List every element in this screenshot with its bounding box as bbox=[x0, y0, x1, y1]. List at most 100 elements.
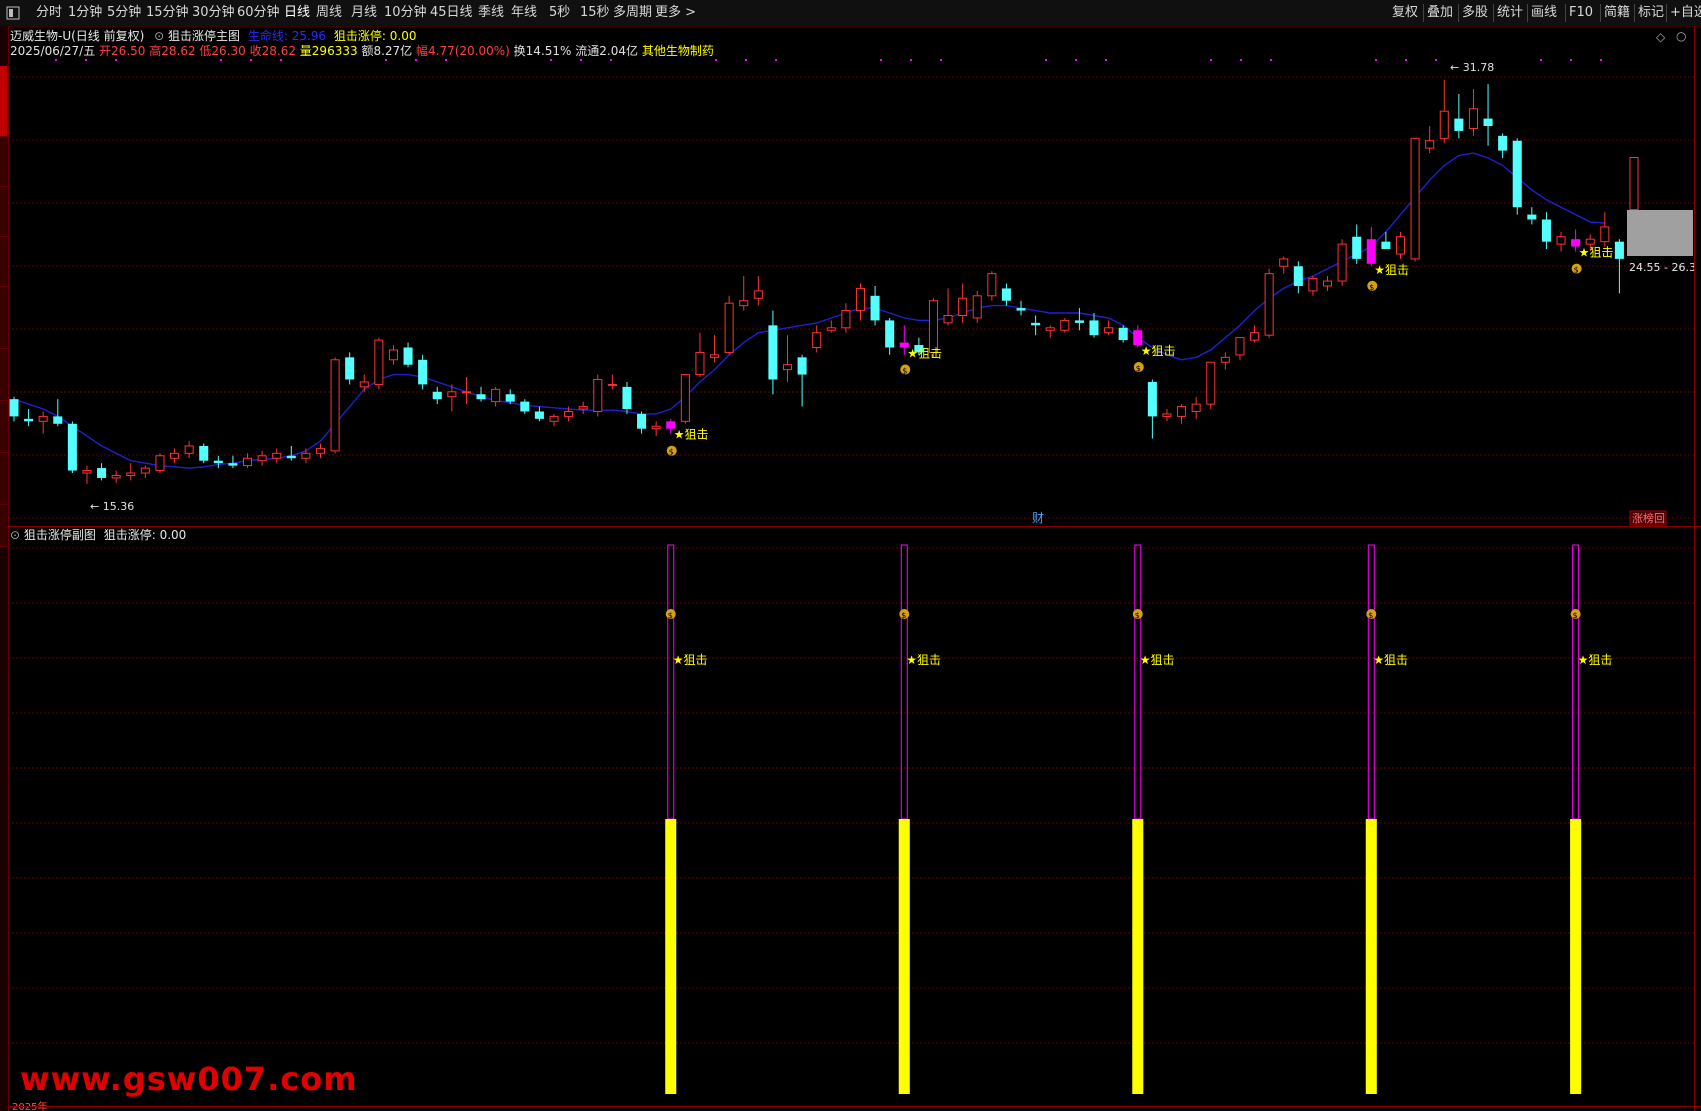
signal-column-outline bbox=[1367, 544, 1375, 820]
candle-body-down bbox=[1147, 381, 1157, 417]
candle-body-up bbox=[330, 359, 340, 452]
candle-body-up bbox=[972, 295, 982, 319]
candle-body-up bbox=[1264, 273, 1274, 336]
ma-polyline bbox=[13, 152, 1605, 469]
candle-body-up bbox=[841, 310, 851, 329]
candle-body-up bbox=[315, 447, 326, 454]
candle-body-up bbox=[812, 332, 822, 348]
candle-body-down bbox=[286, 455, 296, 459]
money-bag-glyph: $ bbox=[668, 611, 673, 620]
tick-dot bbox=[1540, 59, 1542, 61]
signal-column-bar bbox=[1132, 819, 1144, 1094]
candle-body-up bbox=[1177, 406, 1187, 417]
candle-body-down bbox=[1089, 320, 1099, 336]
tick-dot bbox=[280, 59, 282, 61]
tick-dot bbox=[1240, 59, 1242, 61]
candle-body-up bbox=[710, 354, 720, 358]
candle-body-up bbox=[651, 425, 661, 430]
candle-body-up bbox=[1060, 319, 1070, 331]
candle-body-up bbox=[1585, 238, 1595, 245]
candle-body-down bbox=[1541, 219, 1551, 242]
money-bag-glyph: $ bbox=[1368, 611, 1373, 620]
candle-body-down bbox=[797, 357, 807, 375]
candle-body-up bbox=[1279, 258, 1289, 267]
candle-body-down bbox=[505, 394, 515, 402]
candle-body-up bbox=[491, 388, 501, 403]
signal-label: ★狙击 bbox=[907, 346, 942, 360]
candle-body-down bbox=[637, 413, 647, 429]
candle-body-down bbox=[345, 357, 355, 380]
candle-body-down bbox=[1031, 322, 1041, 326]
candle-body-up bbox=[359, 381, 369, 388]
tick-dot bbox=[775, 59, 777, 61]
candle-body-up bbox=[1220, 356, 1230, 363]
high-price-label: ← 31.78 bbox=[1450, 61, 1494, 74]
tick-dot bbox=[55, 59, 57, 61]
candle-body-up bbox=[140, 467, 150, 474]
tick-dot bbox=[1600, 59, 1602, 61]
signal-label: ★狙击 bbox=[1579, 246, 1614, 260]
candle-body-up bbox=[447, 391, 457, 398]
candle-body-down bbox=[768, 325, 778, 380]
candle-body-down bbox=[1118, 327, 1128, 341]
signal-column-bar bbox=[898, 819, 910, 1094]
signal-column-bar bbox=[665, 819, 677, 1094]
candle-body-up bbox=[958, 297, 968, 316]
candle-body-down bbox=[418, 359, 428, 385]
candle-body-down bbox=[1016, 308, 1026, 311]
candle-body-up bbox=[1425, 140, 1435, 149]
candle-body-up bbox=[1468, 108, 1478, 129]
tick-dot bbox=[85, 59, 87, 61]
candle-body-up bbox=[724, 302, 734, 353]
candle-body-down bbox=[1483, 118, 1493, 126]
candle-body-up bbox=[1322, 280, 1333, 287]
candle-body-up bbox=[111, 474, 121, 479]
candle-body-down bbox=[9, 399, 19, 417]
candle-body-up bbox=[1206, 361, 1216, 405]
candle-body-down bbox=[432, 391, 442, 400]
tick-dot bbox=[220, 59, 222, 61]
signal-label: ★狙击 bbox=[1141, 344, 1176, 358]
chart-bottom-border bbox=[8, 1106, 1701, 1107]
money-bag-glyph: $ bbox=[669, 448, 674, 457]
candle-body-down bbox=[870, 295, 880, 321]
candle-body-up bbox=[607, 383, 617, 386]
candle-body-up bbox=[1250, 332, 1260, 341]
candle-body-up bbox=[739, 300, 749, 307]
tick-dot bbox=[1270, 59, 1272, 61]
candle-body-up bbox=[578, 406, 588, 410]
candle-body-up bbox=[1439, 110, 1449, 139]
kline-chart[interactable]: ★狙击$★狙击$★狙击$★狙击$★狙击$ $★狙击$★狙击$★狙击$★狙击$★狙… bbox=[0, 0, 1701, 1111]
candle-body-up bbox=[1045, 327, 1055, 331]
candle-body-up bbox=[82, 470, 92, 474]
candle-body-up bbox=[1410, 137, 1420, 260]
candle-body-up bbox=[461, 391, 471, 394]
high-value: 31.78 bbox=[1463, 61, 1495, 74]
candle-body-down bbox=[199, 445, 209, 461]
candle-body-down bbox=[24, 418, 34, 422]
candle-body-down bbox=[213, 460, 223, 464]
candle-body-down bbox=[534, 411, 544, 419]
tick-dot bbox=[1570, 59, 1572, 61]
candle-body-up bbox=[1629, 156, 1639, 211]
signal-column-outline bbox=[667, 544, 675, 820]
signal-column-outline bbox=[1134, 544, 1142, 820]
candle-body-down bbox=[403, 347, 413, 365]
tick-dot bbox=[250, 59, 252, 61]
money-bag-glyph: $ bbox=[1574, 266, 1579, 275]
finance-marker[interactable]: 财 bbox=[1032, 511, 1044, 525]
low-arrow: ← bbox=[90, 500, 103, 513]
ma-line bbox=[13, 152, 1605, 469]
low-value: 15.36 bbox=[103, 500, 135, 513]
tick-dot bbox=[550, 59, 552, 61]
tick-dot bbox=[115, 59, 117, 61]
candle-body-up bbox=[184, 445, 194, 454]
candle-body-down bbox=[1293, 266, 1303, 286]
zhangbang-marker[interactable]: 涨榜回 bbox=[1632, 511, 1665, 525]
candle-body-down bbox=[885, 320, 895, 348]
money-bag-glyph: $ bbox=[1136, 364, 1141, 373]
tick-dot bbox=[1045, 59, 1047, 61]
tick-dot bbox=[880, 59, 882, 61]
tick-dot bbox=[1405, 59, 1407, 61]
pane-divider[interactable] bbox=[8, 526, 1701, 527]
